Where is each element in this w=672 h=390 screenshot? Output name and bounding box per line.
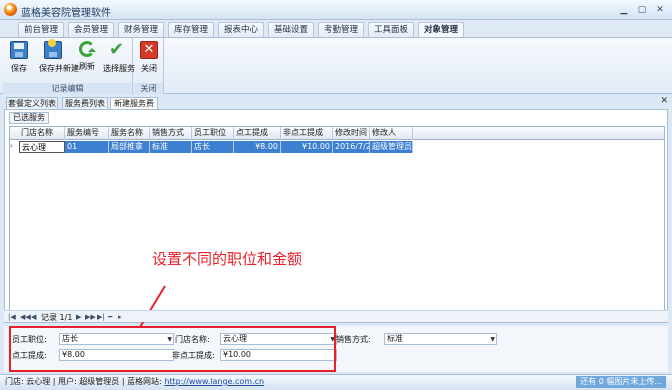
ribbon: 保存 保存并新建 刷新 选择服务 记录编辑 ✕ 关闭 关闭 xyxy=(0,37,672,94)
table-row[interactable]: 云心理 01 局部推拿 标准 店长 ¥8.00 ¥10.00 2016/7/23… xyxy=(10,141,664,153)
content-panel: 已选服务 门店名称 服务编号 服务名称 销售方式 员工职位 点工提成 非点工提成… xyxy=(4,109,668,323)
record-counter: 记录 1/1 xyxy=(41,313,73,322)
save-button[interactable]: 保存 xyxy=(5,41,33,74)
status-site-label: 蓝格网站: xyxy=(127,377,162,386)
annotation-highlight-box xyxy=(9,326,336,372)
nav-menu-icon[interactable]: ▸ xyxy=(118,313,122,321)
sale-method-select[interactable]: 标准 ▼ xyxy=(384,333,497,345)
col-nonpoint-commission[interactable]: 非点工提成 xyxy=(281,127,333,140)
refresh-button[interactable]: 刷新 xyxy=(73,41,101,72)
window-title: 蓝格美容院管理软件 xyxy=(21,8,111,19)
first-record-icon[interactable]: |◀ xyxy=(8,313,16,321)
save-new-icon xyxy=(44,39,62,59)
tab-inventory[interactable]: 库存管理 xyxy=(168,22,214,37)
col-modified-by[interactable]: 修改人 xyxy=(370,127,413,140)
tab-members[interactable]: 会员管理 xyxy=(68,22,114,37)
group-caption: 关闭 xyxy=(134,83,163,94)
cell-service-name[interactable]: 局部推拿 xyxy=(109,141,150,153)
cell-position[interactable]: 店长 xyxy=(192,141,234,153)
tab-attendance[interactable]: 考勤管理 xyxy=(318,22,364,37)
website-link[interactable]: http://www.lange.com.cn xyxy=(164,377,264,386)
grid-header: 门店名称 服务编号 服务名称 销售方式 员工职位 点工提成 非点工提成 修改时间… xyxy=(10,127,664,140)
tab-tools[interactable]: 工具面板 xyxy=(368,22,414,37)
checkmark-icon xyxy=(108,39,126,60)
prev-record-icon[interactable]: ◀ xyxy=(31,313,36,321)
col-store-name[interactable]: 门店名称 xyxy=(19,127,65,140)
refresh-icon xyxy=(79,41,96,57)
tab-object-management[interactable]: 对象管理 xyxy=(418,22,464,38)
next-record-icon[interactable]: ▶ xyxy=(76,313,81,321)
tab-fee-list[interactable]: 服务费列表 xyxy=(62,97,108,109)
close-icon: ✕ xyxy=(140,41,158,59)
group-caption: 记录编辑 xyxy=(3,83,132,94)
select-service-button[interactable]: 选择服务 xyxy=(103,39,135,74)
record-navigator: |◀ ◀◀ ◀ 记录 1/1 ▶ ▶▶ ▶| ━ ▸ xyxy=(4,310,668,322)
title-bar: 蓝格美容院管理软件 ▁ ▢ ✕ xyxy=(0,0,672,20)
tab-package-list[interactable]: 套餐定义列表 xyxy=(6,97,58,109)
maximize-icon[interactable]: ▢ xyxy=(634,3,650,16)
status-store: 门店: 云心理 xyxy=(5,377,51,386)
cell-modified-time[interactable]: 2016/7/23 xyxy=(333,141,370,153)
close-window-icon[interactable]: ✕ xyxy=(652,3,668,16)
annotation-text: 设置不同的职位和金额 xyxy=(152,250,303,268)
tab-finance[interactable]: 财务管理 xyxy=(118,22,164,37)
chevron-down-icon[interactable]: ▼ xyxy=(490,335,495,345)
save-icon xyxy=(10,41,28,59)
tab-basic-settings[interactable]: 基础设置 xyxy=(268,22,314,37)
app-logo-icon xyxy=(4,3,17,16)
col-position[interactable]: 员工职位 xyxy=(192,127,234,140)
sale-method-label: 销售方式: xyxy=(336,335,371,344)
close-button[interactable]: ✕ 关闭 xyxy=(135,41,163,74)
cell-sale-method[interactable]: 标准 xyxy=(150,141,192,153)
main-tab-bar: 前台管理 会员管理 财务管理 库存管理 报表中心 基础设置 考勤管理 工具面板 … xyxy=(0,20,672,38)
upload-status: 还有 0 幅图片未上传... xyxy=(576,376,666,388)
col-service-no[interactable]: 服务编号 xyxy=(65,127,109,140)
minimize-icon[interactable]: ▁ xyxy=(616,3,632,16)
col-sale-method[interactable]: 销售方式 xyxy=(150,127,192,140)
cell-modified-by[interactable]: 超级管理员 xyxy=(370,141,413,153)
cell-nonpoint-commission[interactable]: ¥10.00 xyxy=(281,141,333,153)
document-tabs: 套餐定义列表 服务费列表 新建服务费 xyxy=(0,96,672,110)
next-page-icon[interactable]: ▶▶ xyxy=(85,313,96,321)
close-tab-icon[interactable]: ✕ xyxy=(660,96,668,106)
prev-page-icon[interactable]: ◀◀ xyxy=(20,313,31,321)
last-record-icon[interactable]: ▶| xyxy=(97,313,105,321)
cell-point-commission[interactable]: ¥8.00 xyxy=(234,141,281,153)
group-record-edit: 保存 保存并新建 刷新 选择服务 记录编辑 xyxy=(3,38,135,94)
services-grid: 门店名称 服务编号 服务名称 销售方式 员工职位 点工提成 非点工提成 修改时间… xyxy=(9,126,665,322)
tab-front-desk[interactable]: 前台管理 xyxy=(18,22,64,37)
col-point-commission[interactable]: 点工提成 xyxy=(234,127,281,140)
tab-reports[interactable]: 报表中心 xyxy=(218,22,264,37)
cell-store-name[interactable]: 云心理 xyxy=(19,141,65,153)
col-service-name[interactable]: 服务名称 xyxy=(109,127,150,140)
group-close: ✕ 关闭 关闭 xyxy=(134,38,164,94)
status-user: 用户: 超级管理员 xyxy=(58,377,120,386)
status-bar: 门店: 云心理 | 用户: 超级管理员 | 蓝格网站: http://www.l… xyxy=(0,374,672,390)
cell-service-no[interactable]: 01 xyxy=(65,141,109,153)
chosen-services-tab[interactable]: 已选服务 xyxy=(9,112,49,124)
col-modified-time[interactable]: 修改时间 xyxy=(333,127,370,140)
delete-record-icon[interactable]: ━ xyxy=(108,313,112,321)
save-and-new-button[interactable]: 保存并新建 xyxy=(39,39,79,74)
